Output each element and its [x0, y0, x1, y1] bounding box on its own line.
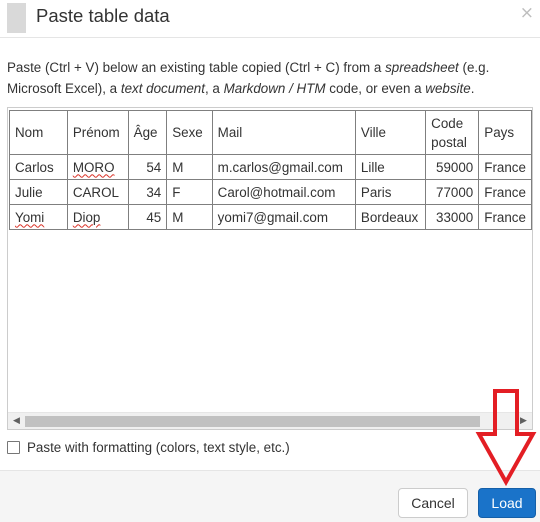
table-header-cell: Prénom — [66, 110, 129, 155]
instructions-part: Paste (Ctrl + V) below an existing table… — [7, 60, 386, 75]
instructions-part: code, or even a — [325, 81, 426, 96]
table-cell: Julie — [9, 179, 68, 205]
table-cell: Carol@hotmail.com — [211, 179, 356, 205]
table-cell: Diop — [66, 204, 129, 230]
table-cell: M — [166, 154, 213, 180]
table-cell: m.carlos@gmail.com — [211, 154, 356, 180]
table-cell: 33000 — [425, 204, 480, 230]
cancel-button[interactable]: Cancel — [398, 488, 468, 518]
dialog-footer: Cancel Load — [0, 470, 540, 522]
table-cell: 54 — [127, 154, 168, 180]
table-header-cell: Nom — [9, 110, 68, 155]
instructions-emphasis: text document — [120, 81, 205, 96]
scroll-left-icon[interactable]: ◀ — [8, 413, 25, 429]
paste-formatting-option[interactable]: Paste with formatting (colors, text styl… — [7, 438, 290, 456]
table-row: Yomi Diop 45 M yomi7@gmail.com Bordeaux … — [9, 204, 532, 230]
dialog-title: Paste table data — [36, 5, 170, 26]
table-header-cell: Âge — [127, 110, 168, 155]
pasted-table: Nom Prénom Âge Sexe Mail Ville Code post… — [9, 110, 532, 230]
load-button[interactable]: Load — [478, 488, 536, 518]
instructions-emphasis: Markdown / HTM — [223, 81, 326, 96]
paste-formatting-label: Paste with formatting (colors, text styl… — [27, 439, 290, 455]
header-accent-bar — [7, 3, 26, 33]
table-cell: France — [478, 179, 532, 205]
instructions-part: . — [470, 81, 475, 96]
table-cell: CAROL — [66, 179, 129, 205]
table-cell: Lille — [354, 154, 427, 180]
table-header-cell: Sexe — [166, 110, 213, 155]
table-cell-text: MORO — [72, 159, 115, 175]
table-cell: Paris — [354, 179, 427, 205]
dialog-header: Paste table data × — [0, 0, 540, 38]
table-cell: Bordeaux — [354, 204, 427, 230]
table-cell-text: Diop — [72, 209, 101, 225]
table-cell: France — [478, 204, 532, 230]
table-cell: Carlos — [9, 154, 68, 180]
table-cell: Yomi — [9, 204, 68, 230]
table-cell: 45 — [127, 204, 168, 230]
instructions-emphasis: website — [425, 81, 471, 96]
table-header-cell: Pays — [478, 110, 532, 155]
close-icon[interactable]: × — [520, 3, 534, 23]
paste-area[interactable]: Nom Prénom Âge Sexe Mail Ville Code post… — [7, 107, 533, 430]
table-header-cell: Code postal — [425, 110, 480, 155]
instructions-part: , a — [204, 81, 224, 96]
table-row: Carlos MORO 54 M m.carlos@gmail.com Lill… — [9, 154, 532, 180]
table-header-cell: Mail — [211, 110, 356, 155]
table-cell: M — [166, 204, 213, 230]
table-row: Julie CAROL 34 F Carol@hotmail.com Paris… — [9, 179, 532, 205]
table-cell: France — [478, 154, 532, 180]
instructions-text: Paste (Ctrl + V) below an existing table… — [7, 57, 533, 99]
instructions-emphasis: spreadsheet — [385, 60, 459, 75]
scrollbar-thumb[interactable] — [25, 416, 480, 427]
table-header-cell: Ville — [354, 110, 427, 155]
table-cell: MORO — [66, 154, 129, 180]
table-cell: F — [166, 179, 213, 205]
table-cell: 77000 — [425, 179, 480, 205]
horizontal-scrollbar[interactable]: ◀ ▶ — [8, 412, 532, 429]
table-cell: 59000 — [425, 154, 480, 180]
paste-formatting-checkbox[interactable] — [7, 440, 20, 454]
table-cell-text: Yomi — [15, 209, 45, 225]
scroll-right-icon[interactable]: ▶ — [515, 413, 532, 429]
table-header-row: Nom Prénom Âge Sexe Mail Ville Code post… — [9, 110, 532, 155]
table-cell: yomi7@gmail.com — [211, 204, 356, 230]
table-cell: 34 — [127, 179, 168, 205]
